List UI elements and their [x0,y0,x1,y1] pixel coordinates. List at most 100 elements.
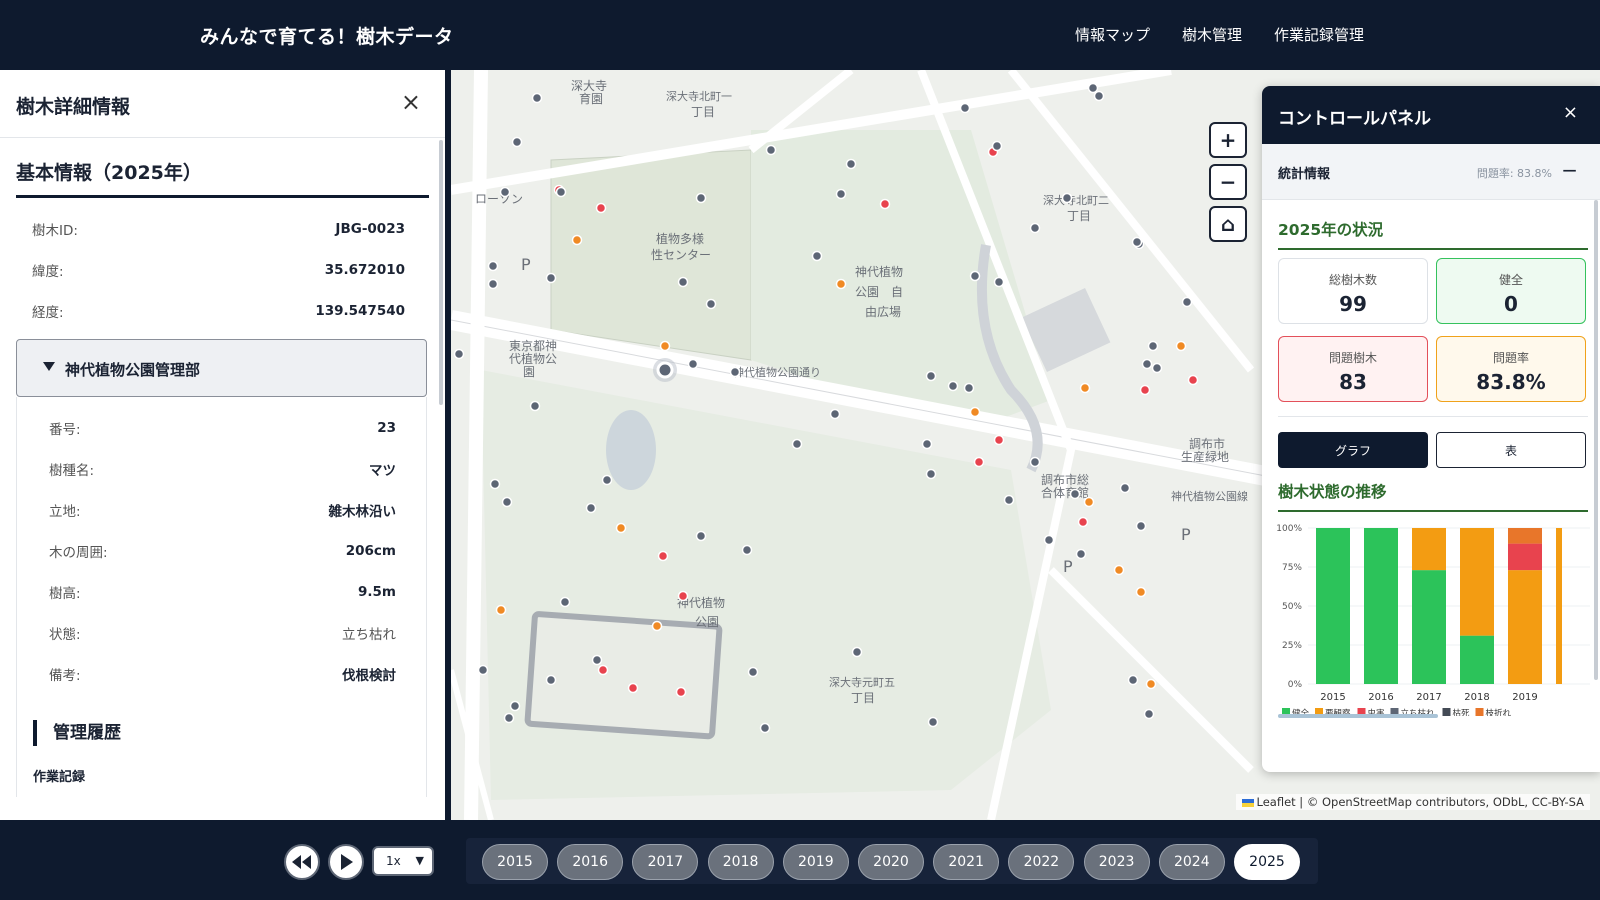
tree-marker[interactable] [571,234,583,246]
tree-marker[interactable] [759,722,771,734]
tree-marker[interactable] [1069,488,1081,500]
tree-marker[interactable] [741,544,753,556]
tree-marker[interactable] [1135,586,1147,598]
tree-marker[interactable] [499,186,511,198]
tree-marker[interactable] [1131,236,1143,248]
tree-marker[interactable] [601,474,613,486]
detail-scrollbar[interactable] [439,140,443,405]
tree-marker[interactable] [651,620,663,632]
tree-marker[interactable] [585,502,597,514]
detail-close-button[interactable]: × [401,88,421,116]
tree-marker[interactable] [1093,90,1105,102]
home-icon[interactable]: ⌂ [1209,206,1247,242]
tree-marker[interactable] [503,712,515,724]
tree-marker[interactable] [747,666,759,678]
tree-marker[interactable] [545,272,557,284]
tree-marker[interactable] [627,682,639,694]
tree-marker[interactable] [969,270,981,282]
tree-marker[interactable] [453,348,465,360]
tree-marker[interactable] [1127,674,1139,686]
tree-marker[interactable] [1151,362,1163,374]
zoom-in-button[interactable]: + [1209,122,1247,158]
year-button-2016[interactable]: 2016 [557,844,624,880]
tree-marker[interactable] [1087,82,1099,94]
tree-marker[interactable] [1113,564,1125,576]
tree-marker[interactable] [1135,520,1147,532]
year-button-2021[interactable]: 2021 [933,844,1000,880]
tree-marker[interactable] [687,358,699,370]
tree-marker[interactable] [1061,192,1073,204]
tree-marker[interactable] [487,260,499,272]
year-button-2015[interactable]: 2015 [482,844,548,880]
tree-marker[interactable] [657,550,669,562]
year-button-2024[interactable]: 2024 [1158,844,1225,880]
tree-marker[interactable] [835,278,847,290]
tree-marker[interactable] [695,192,707,204]
tree-marker[interactable] [925,370,937,382]
tree-marker[interactable] [729,366,741,378]
year-button-2023[interactable]: 2023 [1083,844,1150,880]
control-panel-close-button[interactable]: × [1563,102,1578,123]
tree-marker[interactable] [509,700,521,712]
nav-tree-management[interactable]: 樹木管理 [1182,24,1242,45]
tree-marker[interactable] [969,406,981,418]
tree-marker[interactable] [829,408,841,420]
tree-marker[interactable] [1143,708,1155,720]
tree-marker[interactable] [1003,494,1015,506]
tree-marker[interactable] [677,590,689,602]
tree-marker[interactable] [545,674,557,686]
tree-marker[interactable] [835,188,847,200]
tree-marker[interactable] [811,250,823,262]
table-view-button[interactable]: 表 [1436,432,1586,468]
tree-marker[interactable] [921,438,933,450]
tree-marker[interactable] [927,716,939,728]
tree-marker[interactable] [529,400,541,412]
tree-marker[interactable] [1141,358,1153,370]
tree-marker[interactable] [1187,374,1199,386]
tree-marker[interactable] [511,136,523,148]
tree-marker[interactable] [1029,222,1041,234]
tree-marker[interactable] [489,478,501,490]
year-button-2017[interactable]: 2017 [632,844,699,880]
tree-marker[interactable] [597,664,609,676]
tree-marker[interactable] [615,522,627,534]
attribution-text[interactable]: Leaflet | © OpenStreetMap contributors, … [1257,795,1585,809]
tree-marker[interactable] [1147,340,1159,352]
tree-marker[interactable] [1075,548,1087,560]
nav-info-map[interactable]: 情報マップ [1075,24,1150,45]
tree-marker[interactable] [1029,456,1041,468]
tree-marker[interactable] [1119,482,1131,494]
org-accordion-header[interactable]: 神代植物公園管理部 [16,339,427,397]
tree-marker[interactable] [487,278,499,290]
tree-marker[interactable] [1043,534,1055,546]
tree-marker[interactable] [1145,678,1157,690]
year-button-2019[interactable]: 2019 [782,844,849,880]
tree-marker[interactable] [659,340,671,352]
year-button-2018[interactable]: 2018 [707,844,774,880]
tree-marker[interactable] [1181,296,1193,308]
tree-marker[interactable] [973,456,985,468]
tree-marker[interactable] [959,102,971,114]
tree-marker[interactable] [991,140,1003,152]
tree-marker[interactable] [879,198,891,210]
tree-marker[interactable] [851,646,863,658]
tree-marker[interactable] [993,434,1005,446]
year-button-2025[interactable]: 2025 [1234,844,1300,880]
tree-marker[interactable] [1175,340,1187,352]
control-panel-scrollbar[interactable] [1594,200,1598,680]
play-button[interactable] [328,844,364,880]
tree-marker[interactable] [1079,382,1091,394]
tree-marker[interactable] [845,158,857,170]
tree-marker[interactable] [765,144,777,156]
tree-marker[interactable] [1083,496,1095,508]
tree-marker[interactable] [993,276,1005,288]
collapse-button[interactable]: − [1561,158,1578,182]
selected-tree-marker[interactable] [656,361,674,379]
stats-section-header[interactable]: 統計情報 問題率: 83.8% − [1262,144,1600,200]
tree-marker[interactable] [947,380,959,392]
year-button-2020[interactable]: 2020 [858,844,924,880]
rewind-button[interactable] [284,844,320,880]
nav-work-records[interactable]: 作業記録管理 [1274,24,1364,45]
tree-marker[interactable] [591,654,603,666]
graph-view-button[interactable]: グラフ [1278,432,1428,468]
